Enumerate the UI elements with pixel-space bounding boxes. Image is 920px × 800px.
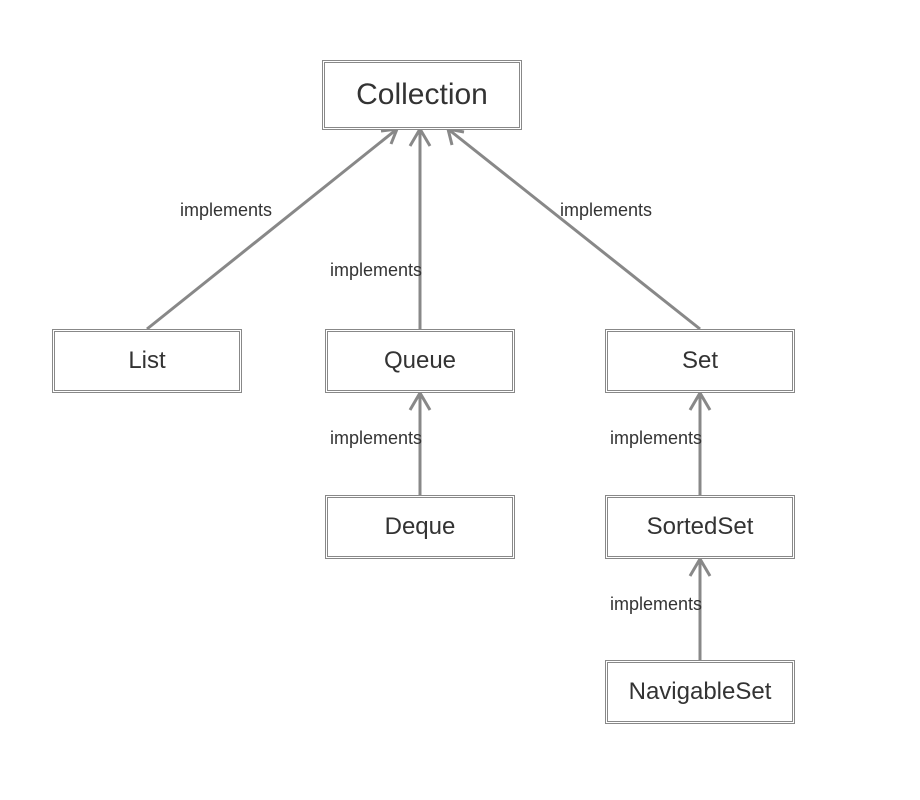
edge-label-set-collection: implements	[560, 200, 652, 221]
arrowhead	[690, 559, 710, 576]
edge-label-navigableset-sortedset: implements	[610, 594, 702, 615]
edge-label-deque-queue: implements	[330, 428, 422, 449]
node-sortedset: SortedSet	[605, 495, 795, 559]
node-set: Set	[605, 329, 795, 393]
node-label: Collection	[356, 78, 488, 112]
node-deque: Deque	[325, 495, 515, 559]
edge-list-collection	[147, 129, 397, 329]
edge-label-queue-collection: implements	[330, 260, 422, 281]
arrowhead	[410, 129, 430, 146]
node-label: List	[128, 347, 165, 375]
arrowhead	[381, 129, 397, 144]
node-label: Set	[682, 347, 718, 375]
node-queue: Queue	[325, 329, 515, 393]
node-collection: Collection	[322, 60, 522, 130]
node-label: SortedSet	[647, 513, 754, 541]
node-navigableset: NavigableSet	[605, 660, 795, 724]
edge-set-collection	[448, 129, 700, 329]
arrowhead	[410, 393, 430, 410]
edge-label-sortedset-set: implements	[610, 428, 702, 449]
hierarchy-diagram: Collection List Queue Set Deque SortedSe…	[0, 0, 920, 800]
arrowhead	[448, 129, 464, 145]
node-label: Queue	[384, 347, 456, 375]
node-label: Deque	[385, 513, 456, 541]
arrowhead	[690, 393, 710, 410]
node-label: NavigableSet	[629, 678, 772, 706]
edge-label-list-collection: implements	[180, 200, 272, 221]
node-list: List	[52, 329, 242, 393]
